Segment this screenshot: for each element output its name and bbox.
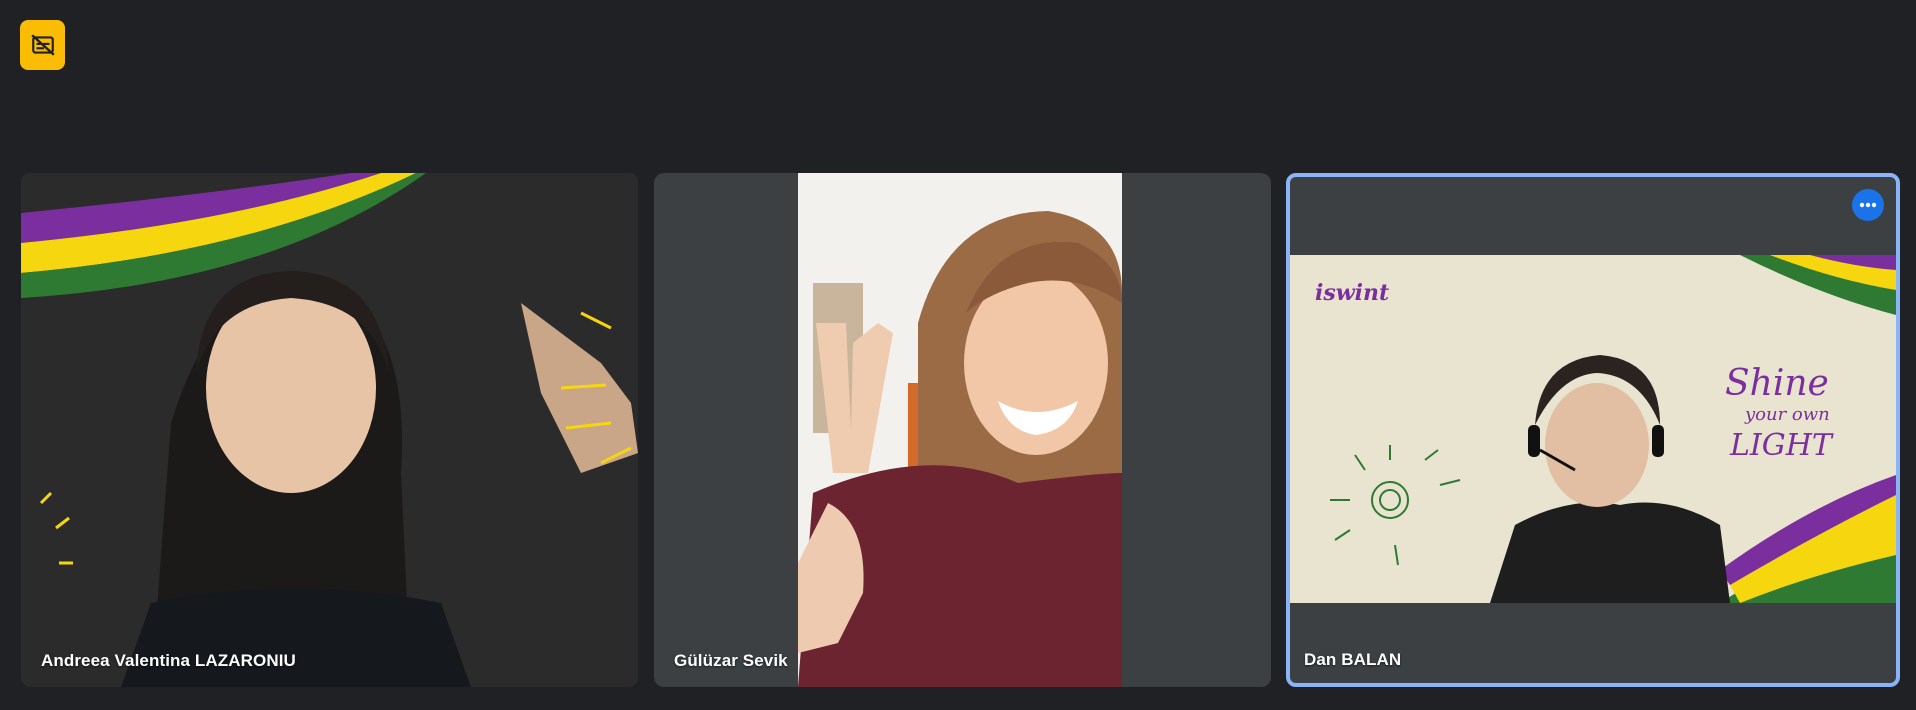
captions-off-icon — [30, 32, 56, 58]
participant-video — [21, 173, 638, 687]
iswint-logo: iswint — [1315, 280, 1389, 306]
svg-text:LIGHT: LIGHT — [1729, 428, 1834, 463]
participant-name: Gülüzar Sevik — [674, 651, 788, 670]
participant-video — [798, 173, 1122, 687]
svg-text:your own: your own — [1744, 404, 1830, 425]
captions-toggle-button[interactable] — [20, 20, 65, 70]
participant-name: Dan BALAN — [1304, 650, 1402, 669]
participant-video: Shine your own LIGHT iswint — [1290, 255, 1896, 603]
participant-tile-andreea[interactable]: Andreea Valentina LAZARONIU — [21, 173, 638, 687]
more-options-icon — [1859, 202, 1877, 208]
participant-tile-dan[interactable]: Shine your own LIGHT iswint Dan BALAN — [1286, 173, 1900, 687]
participant-name: Andreea Valentina LAZARONIU — [41, 651, 296, 670]
more-options-button[interactable] — [1852, 189, 1884, 221]
participant-tile-guluzar[interactable]: Gülüzar Sevik — [654, 173, 1271, 687]
svg-text:Shine: Shine — [1725, 363, 1829, 404]
